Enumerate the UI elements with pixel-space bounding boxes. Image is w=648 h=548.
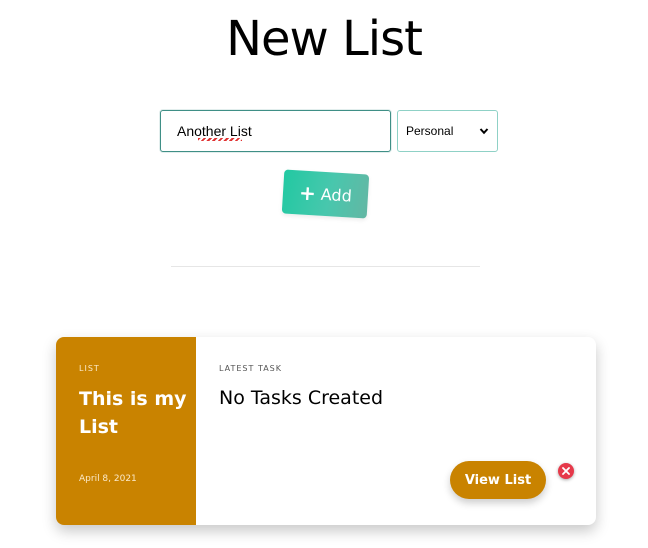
latest-task-label: LATEST TASK: [219, 364, 283, 373]
list-name-input[interactable]: [160, 110, 391, 152]
new-list-page: New List Personal + Add LIST This is my …: [0, 0, 648, 548]
list-card-side: LIST This is my List April 8, 2021: [56, 337, 196, 525]
view-list-button[interactable]: View List: [450, 461, 546, 499]
list-card: LIST This is my List April 8, 2021 LATES…: [56, 337, 596, 525]
list-card-title: This is my List: [79, 388, 187, 438]
category-select-value: Personal: [406, 124, 454, 138]
latest-task-text: No Tasks Created: [219, 387, 384, 409]
list-card-label: LIST: [79, 364, 100, 373]
list-card-date: April 8, 2021: [79, 474, 137, 484]
chevron-down-icon: [479, 128, 489, 135]
delete-list-button[interactable]: [558, 463, 574, 479]
page-title: New List: [226, 11, 423, 67]
add-button-label: Add: [320, 184, 353, 206]
close-icon: [562, 467, 570, 475]
category-select[interactable]: Personal: [397, 110, 498, 152]
divider: [171, 266, 480, 267]
add-button[interactable]: + Add: [281, 169, 370, 219]
plus-icon: +: [298, 180, 317, 206]
